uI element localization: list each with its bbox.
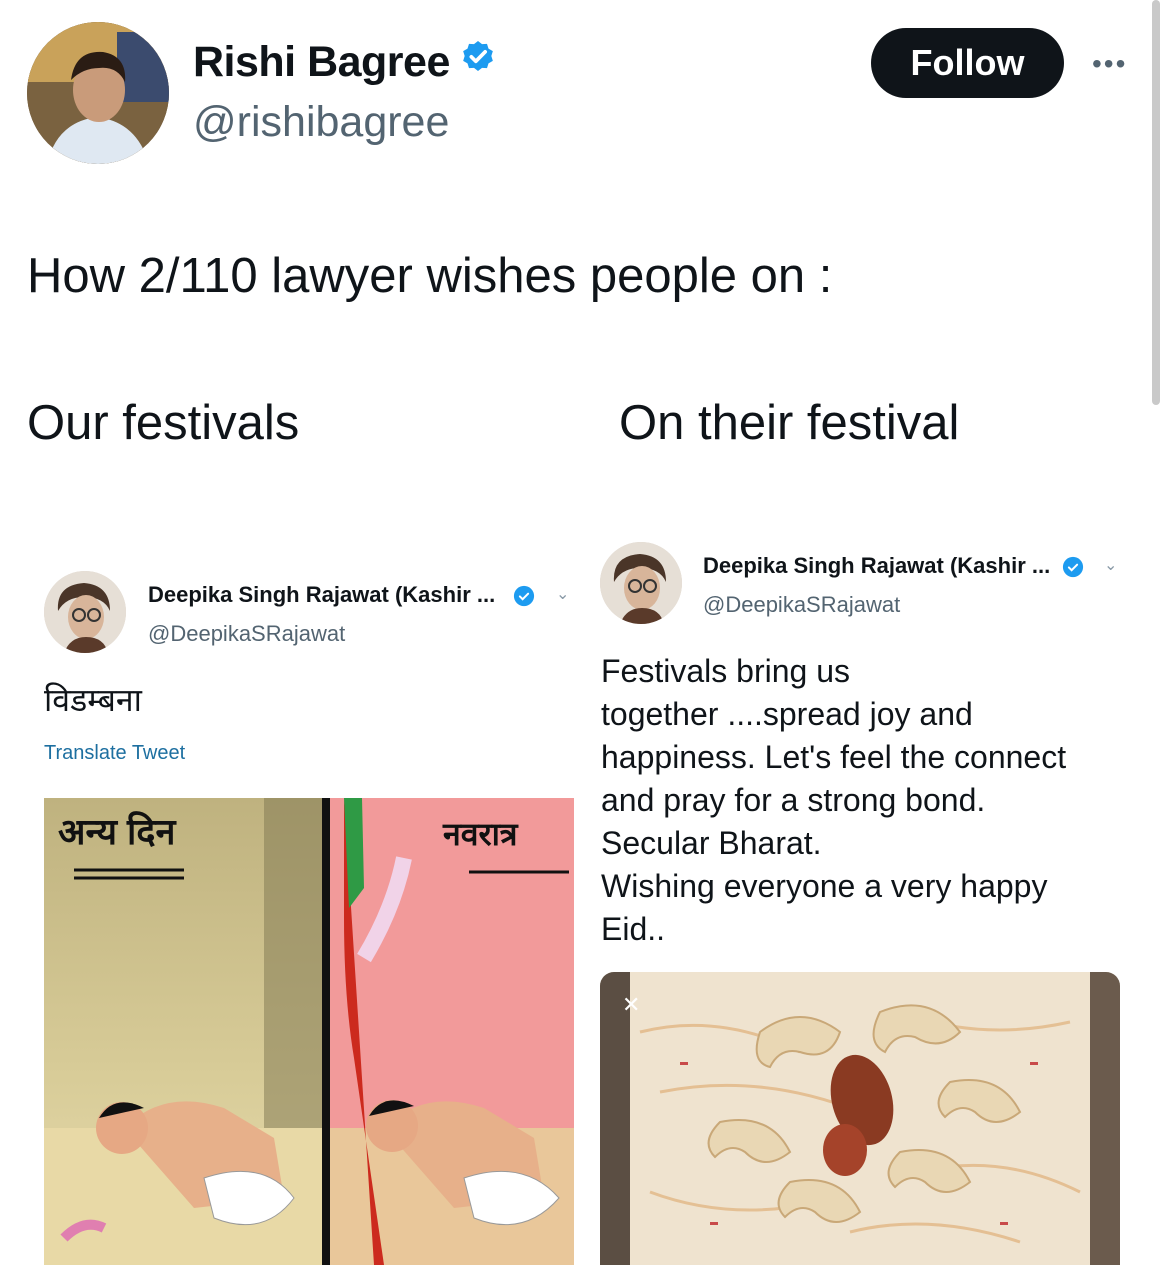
embed-verified-icon-right xyxy=(1062,556,1084,583)
embed-tweet-text: विडम्बना xyxy=(44,682,142,718)
food-image: ✕ xyxy=(600,972,1120,1265)
embed-avatar xyxy=(44,571,126,653)
panel-right-label: नवरात्र xyxy=(443,816,518,852)
verified-badge-icon xyxy=(458,36,498,87)
body-line: and pray for a strong bond. xyxy=(601,782,986,818)
translate-tweet-link: Translate Tweet xyxy=(44,742,186,764)
svg-text:✕: ✕ xyxy=(622,993,640,1018)
body-line: Wishing everyone a very happy xyxy=(601,868,1048,904)
body-line: Secular Bharat. xyxy=(601,825,822,861)
more-options-icon[interactable]: ••• xyxy=(1092,48,1127,80)
follow-button[interactable]: Follow xyxy=(871,28,1064,98)
left-caption: Our festivals xyxy=(27,396,300,450)
embed-avatar-right xyxy=(600,542,682,624)
right-caption: On their festival xyxy=(619,396,960,450)
author-avatar[interactable] xyxy=(27,22,169,164)
chevron-down-icon-right: ⌄ xyxy=(1104,557,1118,574)
embed-author-name-right: Deepika Singh Rajawat (Kashir ... xyxy=(703,553,1051,578)
author-name-text[interactable]: Rishi Bagree xyxy=(193,38,450,86)
tweet-text: How 2/110 lawyer wishes people on : xyxy=(27,249,833,303)
embed-tweet-body-right: Festivals bring us together ....spread j… xyxy=(601,650,1066,951)
body-line: together ....spread joy and xyxy=(601,696,973,732)
body-line: happiness. Let's feel the connect xyxy=(601,739,1067,775)
embed-author-name: Deepika Singh Rajawat (Kashir ... xyxy=(148,582,496,607)
author-handle[interactable]: @rishibagree xyxy=(193,98,449,147)
embed-author-handle-right: @DeepikaSRajawat xyxy=(703,592,901,617)
cartoon-image xyxy=(44,798,574,1265)
author-name[interactable]: Rishi Bagree xyxy=(193,38,498,87)
body-line: Festivals bring us xyxy=(601,653,850,689)
scrollbar[interactable] xyxy=(1152,0,1160,405)
embed-verified-icon xyxy=(513,585,535,612)
panel-left-label: अन्य दिन xyxy=(58,811,176,852)
chevron-down-icon: ⌄ xyxy=(556,586,570,603)
body-line: Eid.. xyxy=(601,911,666,947)
embed-author-handle: @DeepikaSRajawat xyxy=(148,621,346,646)
